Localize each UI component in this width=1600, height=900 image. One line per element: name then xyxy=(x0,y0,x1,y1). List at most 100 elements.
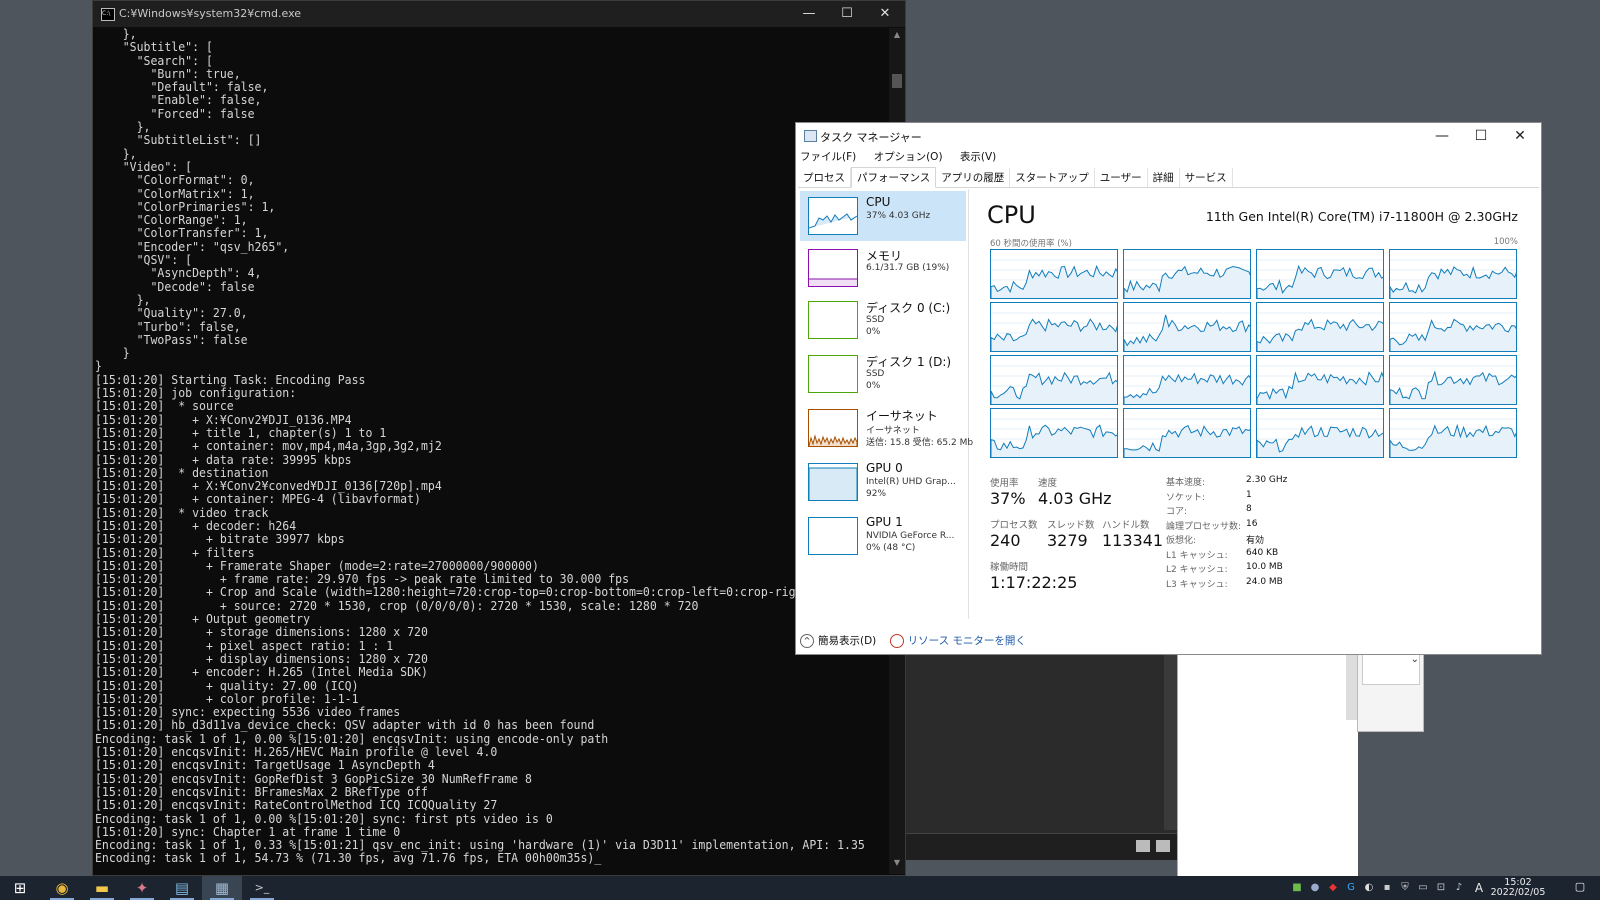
console-line: [15:01:20] encqsvInit: BFramesMax 2 BRef… xyxy=(95,784,428,799)
thread-count-label: スレッド数 xyxy=(1047,520,1095,531)
console-line: "ColorMatrix": 1, xyxy=(95,186,255,201)
cmd-window[interactable]: C:\ C:¥Windows¥system32¥cmd.exe — ☐ ✕ },… xyxy=(92,0,906,876)
volume-icon[interactable]: ♪ xyxy=(1452,881,1466,895)
console-line: "Default": false, xyxy=(95,80,269,95)
tab-details[interactable]: 詳細 xyxy=(1148,168,1180,187)
view-icon[interactable] xyxy=(1156,840,1170,852)
spec-value: 10.0 MB xyxy=(1246,562,1283,572)
scroll-thumb[interactable] xyxy=(892,74,902,88)
console-line: [15:01:20] Starting Task: Encoding Pass xyxy=(95,372,366,387)
close-button[interactable]: ✕ xyxy=(867,4,903,24)
ime-indicator[interactable]: A xyxy=(1472,881,1486,895)
nvidia-icon[interactable]: ■ xyxy=(1290,881,1304,895)
task-manager-window[interactable]: タスク マネージャー — ☐ ✕ ファイル(F) オプション(O) 表示(V) … xyxy=(795,122,1542,655)
fewer-details-link[interactable]: 簡易表示(D) xyxy=(818,635,876,647)
console-line: [15:01:20] + quality: 27.00 (ICQ) xyxy=(95,678,359,693)
logical-processor-graphs[interactable] xyxy=(990,249,1522,461)
menu-options[interactable]: オプション(O) xyxy=(874,151,943,163)
scroll-up-icon[interactable]: ▲ xyxy=(889,30,905,44)
resource-detail: NVIDIA GeForce R... xyxy=(866,531,955,541)
resource-gpu-0[interactable]: GPU 0 Intel(R) UHD Grap... 92% xyxy=(800,457,966,507)
resource-disk-0[interactable]: ディスク 0 (C:) SSD 0% xyxy=(800,295,966,345)
spec-value: 16 xyxy=(1246,518,1258,529)
battery-icon[interactable]: ▭ xyxy=(1416,881,1430,895)
cpu-heading: CPU xyxy=(987,201,1036,229)
tab-startup[interactable]: スタートアップ xyxy=(1010,168,1095,187)
spec-label: L3 キャッシュ: xyxy=(1166,579,1228,590)
memory-mini-graph xyxy=(808,249,858,287)
tab-app-history[interactable]: アプリの履歴 xyxy=(936,168,1011,187)
defender-icon[interactable]: ⛨ xyxy=(1398,881,1412,895)
resource-ethernet[interactable]: イーサネット イーサネット 送信: 15.8 受信: 65.2 Mb xyxy=(800,403,973,453)
chevron-down-icon[interactable]: ⌄ xyxy=(1362,653,1420,685)
minimize-button[interactable]: — xyxy=(791,4,827,24)
console-line: Encoding: task 1 of 1, 54.73 % (71.30 fp… xyxy=(95,851,602,866)
resource-disk-1[interactable]: ディスク 1 (D:) SSD 0% xyxy=(800,349,966,399)
console-line: [15:01:20] encqsvInit: RateControlMethod… xyxy=(95,798,498,813)
notepad-icon[interactable]: ▤ xyxy=(162,876,202,900)
console-line: [15:01:20] hb_d3d11va_device_check: QSV … xyxy=(95,718,595,733)
tab-services[interactable]: サービス xyxy=(1180,168,1233,187)
scroll-down-icon[interactable]: ▼ xyxy=(889,858,905,872)
resource-detail: 6.1/31.7 GB (19%) xyxy=(866,263,950,273)
logical-processor-graph xyxy=(1389,355,1517,405)
resource-cpu[interactable]: CPU 37% 4.03 GHz xyxy=(800,191,966,241)
spec-value: 24.0 MB xyxy=(1246,576,1283,587)
background-window[interactable] xyxy=(905,640,1178,860)
console-line: [15:01:20] + display dimensions: 1280 x … xyxy=(95,651,428,666)
logical-processor-graph xyxy=(1389,302,1517,352)
steam-icon[interactable]: ● xyxy=(1308,881,1322,895)
chrome-icon[interactable]: ◉ xyxy=(42,876,82,900)
minimize-button[interactable]: — xyxy=(1423,125,1461,147)
console-line: "SubtitleList": [] xyxy=(95,133,262,148)
security-icon[interactable]: ◆ xyxy=(1326,881,1340,895)
console-line: "Search": [ xyxy=(95,53,213,68)
windows-start-icon[interactable]: ⊞ xyxy=(0,876,40,900)
handle-count-label: ハンドル数 xyxy=(1102,520,1150,531)
ethernet-mini-graph xyxy=(808,409,858,447)
process-count-label: プロセス数 xyxy=(990,520,1038,531)
resource-detail: SSD xyxy=(866,315,885,325)
console-output[interactable]: }, "Subtitle": [ "Search": [ "Burn": tru… xyxy=(95,28,889,868)
display-icon[interactable]: ▪ xyxy=(1380,881,1394,895)
resource-monitor-link[interactable]: リソース モニターを開く xyxy=(908,635,1026,647)
tm-title: タスク マネージャー xyxy=(820,131,922,144)
close-button[interactable]: ✕ xyxy=(1501,125,1539,147)
tab-users[interactable]: ユーザー xyxy=(1095,168,1148,187)
task-manager-taskbar-icon[interactable]: ▦ xyxy=(202,876,242,900)
cmd-title-bar[interactable]: C:\ C:¥Windows¥system32¥cmd.exe — ☐ ✕ xyxy=(93,1,905,27)
sync-icon[interactable]: G xyxy=(1344,881,1358,895)
cmd-taskbar-icon[interactable]: >_ xyxy=(242,876,282,900)
notification-icon[interactable]: ▢ xyxy=(1570,880,1590,896)
menu-view[interactable]: 表示(V) xyxy=(960,151,996,163)
console-line: } xyxy=(95,359,102,374)
console-line: [15:01:20] sync: Chapter 1 at frame 1 ti… xyxy=(95,824,401,839)
spec-value: 640 KB xyxy=(1246,547,1279,558)
menu-file[interactable]: ファイル(F) xyxy=(800,151,856,163)
spec-label: ソケット: xyxy=(1166,492,1206,503)
chevron-up-icon[interactable]: ^ xyxy=(800,634,814,648)
spec-value: 1 xyxy=(1246,489,1252,500)
tm-title-bar[interactable]: タスク マネージャー — ☐ ✕ xyxy=(796,123,1541,149)
resource-usage: 0% xyxy=(866,327,881,337)
app-icon[interactable]: ✦ xyxy=(122,876,162,900)
audio-device-icon[interactable]: ◐ xyxy=(1362,881,1376,895)
maximize-button[interactable]: ☐ xyxy=(1462,125,1500,147)
view-icon[interactable] xyxy=(1136,840,1150,852)
menu-bar: ファイル(F) オプション(O) 表示(V) xyxy=(800,149,1010,167)
console-line: [15:01:20] encqsvInit: TargetUsage 1 Asy… xyxy=(95,758,435,773)
console-line: "Forced": false xyxy=(95,106,255,121)
network-icon[interactable]: ⊡ xyxy=(1434,881,1448,895)
console-line: [15:01:20] + X:¥Conv2¥conved¥DJI_0136[72… xyxy=(95,479,442,494)
console-line: }, xyxy=(95,292,151,307)
background-scrollbar[interactable] xyxy=(1164,640,1178,830)
resource-gpu-1[interactable]: GPU 1 NVIDIA GeForce R... 0% (48 °C) xyxy=(800,511,966,561)
resource-memory[interactable]: メモリ 6.1/31.7 GB (19%) xyxy=(800,243,966,293)
file-explorer-icon[interactable]: ▬ xyxy=(82,876,122,900)
console-line: [15:01:20] + title 1, chapter(s) 1 to 1 xyxy=(95,425,387,440)
clock[interactable]: 15:02 2022/02/05 xyxy=(1488,878,1548,898)
spec-label: L1 キャッシュ: xyxy=(1166,550,1228,561)
tab-processes[interactable]: プロセス xyxy=(798,168,851,187)
tab-performance[interactable]: パフォーマンス xyxy=(851,167,937,188)
maximize-button[interactable]: ☐ xyxy=(829,4,865,24)
